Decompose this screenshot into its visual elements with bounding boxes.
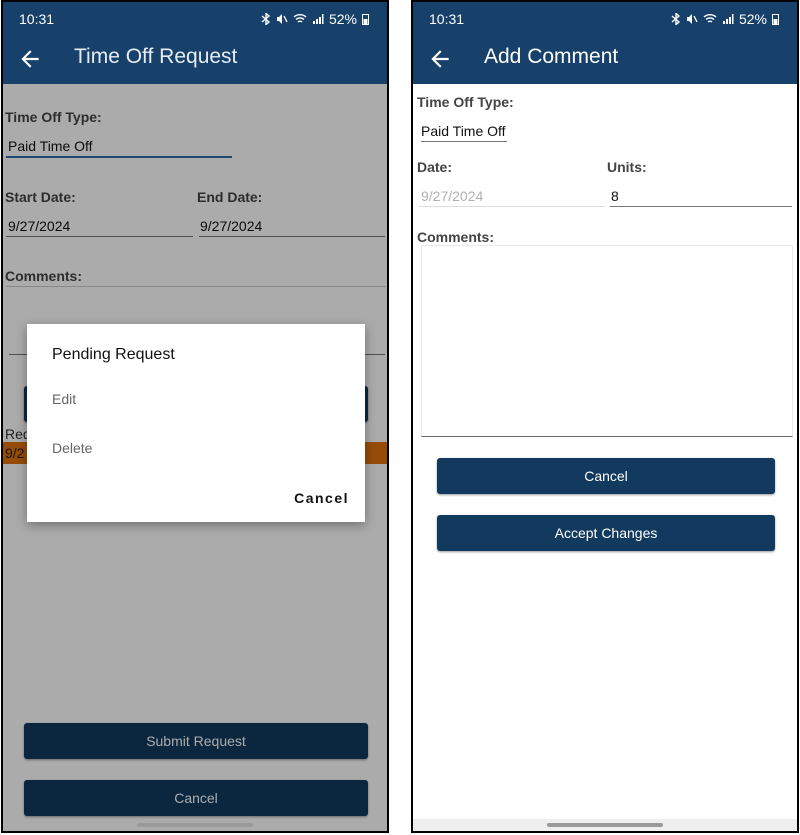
comments-label: Comments: — [417, 229, 495, 245]
bluetooth-icon — [261, 13, 271, 25]
battery-icon — [362, 14, 369, 25]
battery-percent: 52% — [328, 11, 357, 27]
pending-request-dialog: Pending Request Edit Delete Cancel — [27, 324, 365, 522]
cancel-button[interactable]: Cancel — [437, 458, 775, 494]
dialog-title: Pending Request — [52, 346, 175, 363]
units-value[interactable]: 8 — [611, 188, 619, 204]
home-indicator[interactable] — [547, 823, 663, 827]
page-title: Time Off Request — [74, 45, 238, 68]
units-label: Units: — [607, 159, 647, 175]
units-underline — [610, 206, 792, 207]
status-bar: 10:31 52% — [413, 2, 797, 34]
status-time: 10:31 — [19, 11, 55, 27]
wifi-icon — [293, 14, 307, 23]
back-arrow-icon[interactable] — [427, 46, 453, 72]
accept-changes-button[interactable]: Accept Changes — [437, 515, 775, 551]
dialog-cancel-button[interactable]: Cancel — [294, 490, 349, 506]
date-value: 9/27/2024 — [421, 188, 484, 204]
signal-icon — [722, 14, 734, 24]
status-time: 10:31 — [429, 11, 465, 27]
dialog-edit-option[interactable]: Edit — [52, 391, 76, 407]
mute-icon — [276, 14, 288, 24]
comments-textarea[interactable] — [421, 245, 793, 437]
time-off-type-value[interactable]: Paid Time Off — [421, 123, 506, 139]
date-underline — [419, 206, 605, 207]
phone-screen-add-comment: Add Comment 10:31 52% Time Off Type: Pai… — [411, 0, 799, 833]
dialog-delete-option[interactable]: Delete — [52, 440, 92, 456]
back-arrow-icon[interactable] — [17, 46, 43, 72]
status-bar: 10:31 52% — [3, 2, 387, 34]
time-off-type-label: Time Off Type: — [417, 94, 514, 110]
mute-icon — [686, 14, 698, 24]
time-off-type-underline — [421, 141, 507, 142]
signal-icon — [312, 14, 324, 24]
wifi-icon — [703, 14, 717, 23]
battery-icon — [772, 14, 779, 25]
battery-percent: 52% — [738, 11, 767, 27]
bluetooth-icon — [671, 13, 681, 25]
date-label: Date: — [417, 159, 453, 175]
home-indicator[interactable] — [137, 823, 253, 827]
page-title: Add Comment — [484, 45, 619, 68]
phone-screen-time-off-request: Time Off Request 10:31 52% Time Off Type… — [1, 0, 389, 833]
